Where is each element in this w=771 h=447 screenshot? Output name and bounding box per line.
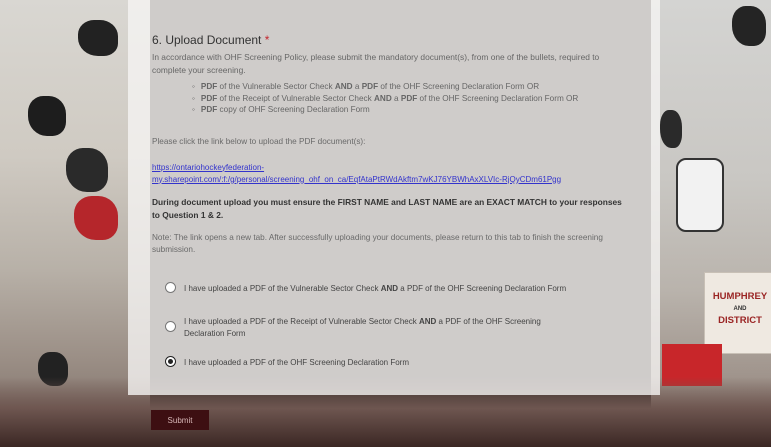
option-label: I have uploaded a PDF of the OHF Screeni…	[184, 358, 409, 367]
submit-button[interactable]: Submit	[151, 410, 209, 430]
question-title: 6. Upload Document *	[152, 33, 270, 47]
hockey-glove-image	[78, 20, 118, 56]
upload-instruction: Please click the link below to upload th…	[152, 136, 366, 146]
hockey-glove-image	[66, 148, 108, 192]
list-item: PDF of the Vulnerable Sector Check AND a…	[192, 81, 632, 93]
list-item: PDF copy of OHF Screening Declaration Fo…	[192, 104, 632, 116]
new-tab-note: Note: The link opens a new tab. After su…	[152, 232, 603, 254]
upload-link-line-1[interactable]: https://ontariohockeyfederation-	[152, 162, 632, 174]
required-marker: *	[264, 33, 270, 47]
option-declaration-only[interactable]: I have uploaded a PDF of the OHF Screeni…	[165, 356, 409, 369]
goalie-pad-image	[676, 158, 724, 232]
question-intro: In accordance with OHF Screening Policy,…	[152, 52, 600, 75]
hockey-glove-image	[732, 6, 766, 46]
hockey-glove-image	[28, 96, 66, 136]
option-label: I have uploaded a PDF of the Vulnerable …	[184, 284, 567, 293]
radio-button[interactable]	[165, 282, 176, 293]
question-block: 6. Upload Document * In accordance with …	[152, 33, 632, 256]
arena-banner: HUMPHREY AND DISTRICT	[704, 272, 771, 354]
radio-button[interactable]	[165, 321, 176, 332]
name-match-note: During document upload you must ensure t…	[152, 196, 622, 220]
upload-link[interactable]: https://ontariohockeyfederation- my.shar…	[152, 162, 632, 186]
upload-link-line-2[interactable]: my.sharepoint.com/:f:/g/personal/screeni…	[152, 174, 632, 186]
hockey-glove-image	[74, 196, 118, 240]
option-receipt-and-declaration[interactable]: I have uploaded a PDF of the Receipt of …	[165, 316, 565, 340]
list-item: PDF of the Receipt of Vulnerable Sector …	[192, 93, 632, 105]
requirements-list: PDF of the Vulnerable Sector Check AND a…	[192, 81, 632, 116]
radio-button-selected[interactable]	[165, 356, 176, 367]
option-vsc-and-declaration[interactable]: I have uploaded a PDF of the Vulnerable …	[165, 282, 567, 295]
hockey-glove-image	[660, 110, 682, 148]
option-label: I have uploaded a PDF of the Receipt of …	[184, 317, 541, 338]
